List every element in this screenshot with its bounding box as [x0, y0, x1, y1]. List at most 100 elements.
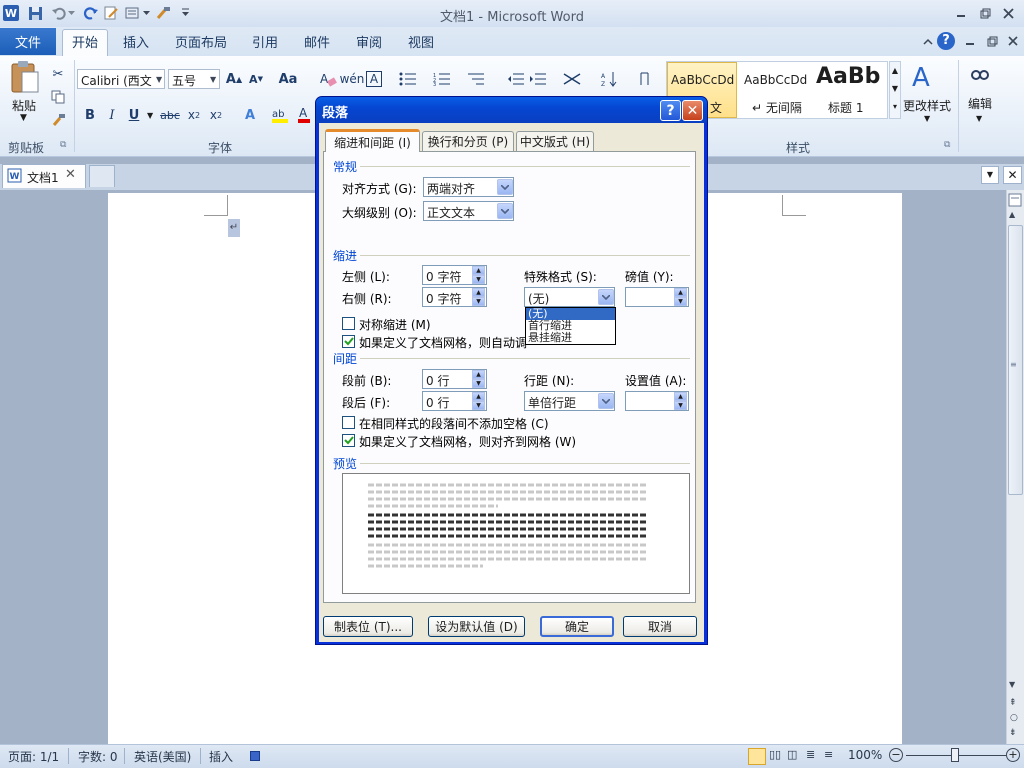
superscript-icon[interactable]: x2 [206, 105, 226, 125]
numbering-icon[interactable]: 123 [432, 69, 452, 89]
zoom-in-icon[interactable]: + [1006, 748, 1020, 762]
find-icon[interactable] [970, 66, 990, 86]
spin-down-icon[interactable]: ▼ [472, 275, 485, 284]
scroll-down-icon[interactable]: ▼ [1009, 680, 1015, 689]
outline-dropdown-icon[interactable] [497, 203, 513, 219]
document-tab-close-icon[interactable]: ✕ [65, 167, 76, 182]
spin-up-icon[interactable]: ▲ [472, 266, 485, 275]
help-icon[interactable]: ? [937, 32, 955, 50]
decrease-indent-icon[interactable] [506, 69, 526, 89]
status-words[interactable]: 字数: 0 [78, 748, 118, 765]
spin-up-icon[interactable]: ▲ [674, 392, 687, 401]
copy-icon[interactable] [48, 87, 68, 107]
prev-page-icon[interactable]: ⇞ [1009, 698, 1017, 708]
styles-launcher-icon[interactable]: ⧉ [944, 140, 950, 150]
macro-record-icon[interactable] [250, 751, 260, 761]
by-value-spinner[interactable]: ▲ ▼ [674, 288, 687, 306]
tab-indents-spacing[interactable]: 缩进和间距 (I) [325, 129, 420, 152]
draft-view-icon[interactable]: ≡ [824, 748, 833, 761]
tab-line-page-breaks[interactable]: 换行和分页 (P) [422, 131, 514, 151]
snap-to-grid-checkbox[interactable] [342, 434, 355, 447]
spin-up-icon[interactable]: ▲ [472, 392, 485, 401]
dialog-title-bar[interactable] [316, 97, 707, 123]
space-after-spinner[interactable]: ▲ ▼ [472, 392, 485, 410]
new-tab-button[interactable] [89, 165, 115, 187]
zoom-out-icon[interactable]: − [889, 748, 903, 762]
spin-down-icon[interactable]: ▼ [472, 297, 485, 306]
format-painter-ribbon-icon[interactable] [48, 110, 68, 130]
cut-icon[interactable]: ✂ [48, 64, 68, 84]
close-window-icon[interactable] [998, 5, 1018, 21]
paragraph-mark-icon[interactable]: ↵ [228, 219, 240, 237]
full-screen-view-icon[interactable]: ▯▯ [769, 748, 781, 761]
web-layout-view-icon[interactable]: ◫ [787, 748, 797, 761]
doc-close-icon[interactable] [1003, 33, 1023, 49]
font-name-dropdown-icon[interactable]: ▼ [156, 75, 162, 84]
clipboard-launcher-icon[interactable]: ⧉ [60, 140, 66, 150]
bold-icon[interactable]: B [80, 105, 100, 125]
special-format-dropdown-icon[interactable] [598, 289, 614, 305]
edit-label[interactable]: 编辑 [968, 95, 992, 112]
dialog-close-icon[interactable]: ✕ [682, 100, 703, 121]
chinese-layout-icon[interactable] [562, 69, 582, 89]
change-styles-dropdown-icon[interactable]: ▼ [924, 114, 930, 123]
at-value-spinner[interactable]: ▲ ▼ [674, 392, 687, 410]
next-page-icon[interactable]: ⇟ [1009, 728, 1017, 738]
tab-file[interactable]: 文件 [0, 28, 56, 55]
tab-view[interactable]: 视图 [402, 28, 440, 55]
ok-button[interactable]: 确定 [540, 616, 614, 637]
multilevel-list-icon[interactable] [466, 69, 486, 89]
change-styles-icon[interactable]: A [910, 62, 940, 92]
line-spacing-dropdown-icon[interactable] [598, 393, 614, 409]
tab-asian-typography[interactable]: 中文版式 (H) [516, 131, 594, 151]
tab-mailings[interactable]: 邮件 [298, 28, 336, 55]
strikethrough-icon[interactable]: abc [160, 105, 180, 125]
tab-home[interactable]: 开始 [62, 28, 108, 55]
char-border-icon[interactable]: A [366, 71, 382, 87]
sort-icon[interactable]: AZ [600, 69, 620, 89]
no-space-same-style-checkbox[interactable] [342, 416, 355, 429]
increase-indent-icon[interactable] [528, 69, 548, 89]
doc-minimize-icon[interactable] [960, 33, 980, 49]
outline-view-icon[interactable]: ≣ [806, 748, 815, 761]
highlight-icon[interactable]: ab [270, 105, 290, 125]
underline-dropdown-icon[interactable]: ▼ [147, 111, 153, 120]
phonetic-guide-icon[interactable]: wén [340, 69, 365, 89]
font-color-icon[interactable]: A [294, 105, 314, 125]
styles-scroll[interactable]: ▲ ▼ ▾ [889, 61, 901, 119]
tabs-button[interactable]: 制表位 (T)... [323, 616, 413, 637]
underline-icon[interactable]: U [124, 105, 144, 125]
tab-references[interactable]: 引用 [246, 28, 284, 55]
spin-up-icon[interactable]: ▲ [674, 288, 687, 297]
tab-review[interactable]: 审阅 [350, 28, 388, 55]
left-indent-spinner[interactable]: ▲ ▼ [472, 266, 485, 284]
text-effects-icon[interactable]: A [240, 105, 260, 125]
status-page[interactable]: 页面: 1/1 [8, 748, 59, 765]
spin-down-icon[interactable]: ▼ [472, 401, 485, 410]
font-name-combo[interactable]: Calibri (西文 [77, 69, 165, 89]
tab-page-layout[interactable]: 页面布局 [170, 28, 232, 55]
tab-insert[interactable]: 插入 [116, 28, 156, 55]
zoom-slider-thumb[interactable] [951, 748, 959, 762]
status-mode[interactable]: 插入 [209, 748, 233, 765]
tab-close-all-icon[interactable]: ✕ [1003, 166, 1022, 184]
status-language[interactable]: 英语(美国) [134, 748, 191, 765]
mirror-indent-checkbox[interactable] [342, 317, 355, 330]
spin-down-icon[interactable]: ▼ [472, 379, 485, 388]
zoom-level[interactable]: 100% [848, 748, 882, 762]
shrink-font-icon[interactable]: A ▼ [246, 69, 266, 89]
browse-object-icon[interactable]: ○ [1010, 713, 1018, 723]
spin-up-icon[interactable]: ▲ [472, 288, 485, 297]
font-size-dropdown-icon[interactable]: ▼ [210, 75, 216, 84]
doc-restore-icon[interactable] [982, 33, 1002, 49]
paste-icon[interactable] [8, 60, 42, 96]
grow-font-icon[interactable]: A ▲ [224, 69, 244, 89]
change-styles-label[interactable]: 更改样式 [903, 97, 951, 114]
tab-list-dropdown-icon[interactable]: ▼ [981, 166, 999, 184]
paste-label[interactable]: 粘贴 [12, 97, 36, 114]
ruler-toggle-icon[interactable] [1008, 193, 1022, 207]
subscript-icon[interactable]: x2 [184, 105, 204, 125]
right-indent-spinner[interactable]: ▲ ▼ [472, 288, 485, 306]
change-case-icon[interactable]: Aa [278, 69, 298, 89]
paste-dropdown-icon[interactable]: ▼ [20, 113, 27, 123]
